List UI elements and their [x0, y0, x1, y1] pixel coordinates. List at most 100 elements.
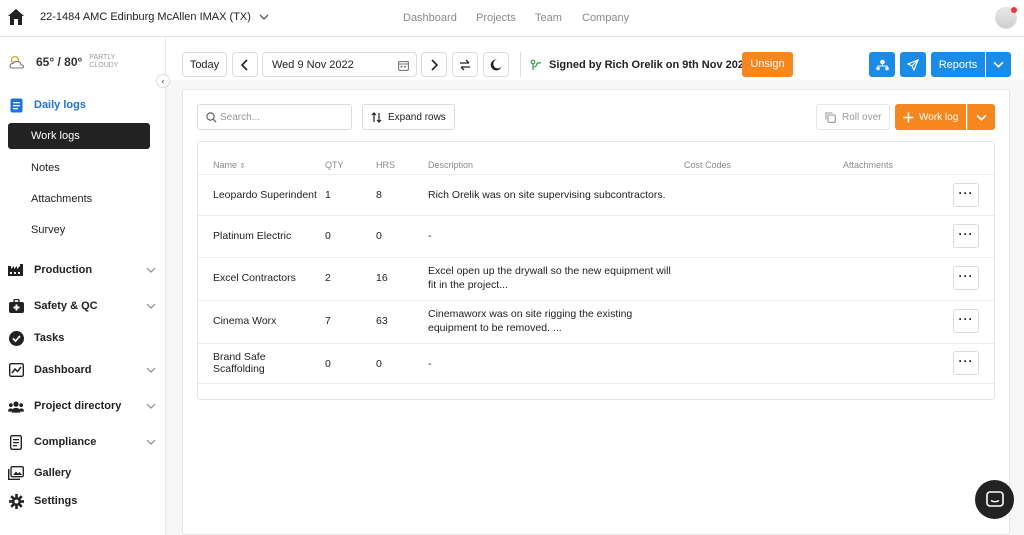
user-network-icon: [875, 59, 889, 70]
row-qty: 1: [325, 189, 331, 201]
roll-over-button[interactable]: Roll over: [816, 104, 890, 130]
dark-mode-button[interactable]: [483, 52, 509, 77]
sidebar-item-label: Project directory: [34, 400, 122, 412]
sidebar-subitem-work-logs[interactable]: Work logs: [8, 123, 150, 149]
gear-icon: [8, 493, 24, 509]
sidebar-item-compliance[interactable]: Compliance: [0, 430, 166, 454]
weather-condition: PARTLY CLOUDY: [89, 54, 119, 69]
sidebar-item-dashboard[interactable]: Dashboard: [0, 358, 166, 382]
row-qty: 0: [325, 358, 331, 370]
row-name-line2: Scaffolding: [213, 363, 265, 375]
column-header-hrs: HRS: [376, 160, 396, 170]
swap-icon: [460, 59, 470, 70]
row-hrs: 8: [376, 189, 382, 201]
row-description-line2: fit in the project...: [428, 279, 508, 291]
gallery-icon: [8, 465, 24, 481]
sidebar-item-label: Safety & QC: [34, 300, 98, 312]
work-log-dropdown-button[interactable]: [967, 104, 995, 130]
sidebar-subitem-attachments[interactable]: Attachments: [31, 193, 92, 205]
send-icon: [907, 58, 919, 71]
reports-button[interactable]: Reports: [931, 52, 985, 77]
row-more-button[interactable]: ···: [953, 309, 979, 333]
send-button[interactable]: [900, 52, 926, 77]
sidebar-item-daily-logs[interactable]: Daily logs: [0, 93, 166, 117]
sidebar-subitem-notes[interactable]: Notes: [31, 162, 60, 174]
chat-icon: [985, 490, 1004, 507]
reports-dropdown-button[interactable]: [986, 52, 1011, 77]
previous-day-button[interactable]: [232, 52, 258, 77]
row-name: Excel Contractors: [213, 272, 296, 284]
next-day-button[interactable]: [421, 52, 447, 77]
table-row[interactable]: [198, 215, 994, 257]
project-name: 22-1484 AMC Edinburg McAllen IMAX (TX): [40, 11, 251, 23]
sidebar-item-label: Gallery: [34, 467, 72, 479]
notification-dot: [1011, 7, 1017, 13]
sidebar-item-gallery[interactable]: Gallery: [0, 461, 166, 485]
row-qty: 7: [325, 315, 331, 327]
row-description-line2: equipment to be removed. ...: [428, 322, 562, 334]
sidebar-item-label: Daily logs: [34, 99, 86, 111]
column-header-attachments: Attachments: [843, 160, 894, 170]
chevron-down-icon: [146, 267, 156, 273]
swap-button[interactable]: [452, 52, 478, 77]
chat-button[interactable]: [975, 480, 1014, 519]
sidebar-item-production[interactable]: Production: [0, 258, 166, 282]
topnav-team[interactable]: Team: [535, 12, 562, 24]
document-icon: [8, 434, 24, 450]
chevron-down-icon: [259, 14, 269, 20]
sidebar: 65° / 80° PARTLY CLOUDY ‹ Daily logs Wor…: [0, 38, 170, 535]
collapse-sidebar-button[interactable]: ‹: [156, 74, 170, 88]
sidebar-item-tasks[interactable]: Tasks: [0, 326, 166, 350]
project-selector[interactable]: 22-1484 AMC Edinburg McAllen IMAX (TX): [40, 11, 269, 23]
table-row[interactable]: [198, 343, 994, 384]
chevron-down-icon: [146, 367, 156, 373]
add-work-log-button[interactable]: Work log: [895, 104, 966, 130]
row-hrs: 0: [376, 358, 382, 370]
sidebar-item-settings[interactable]: Settings: [0, 489, 166, 513]
search-input[interactable]: [220, 109, 345, 125]
chevron-down-icon: [146, 403, 156, 409]
calendar-icon: [398, 61, 409, 71]
chevron-down-icon: [993, 61, 1004, 68]
row-more-button[interactable]: ···: [953, 224, 979, 248]
assign-user-button[interactable]: [869, 52, 895, 77]
sidebar-item-label: Tasks: [34, 332, 65, 344]
partly-cloudy-icon: [9, 55, 25, 69]
column-header-name[interactable]: Name ⇕: [213, 160, 245, 170]
search-box[interactable]: [197, 104, 352, 130]
column-header-description: Description: [428, 160, 474, 170]
sidebar-item-project-directory[interactable]: Project directory: [0, 394, 166, 418]
column-header-label: Name: [213, 160, 238, 170]
unsign-button[interactable]: Unsign: [742, 52, 793, 77]
chevron-left-icon: [240, 58, 248, 71]
daily-log-icon: [8, 97, 24, 113]
row-name: Leopardo Superindent: [213, 189, 317, 201]
sidebar-item-label: Dashboard: [34, 364, 92, 376]
expand-rows-button[interactable]: Expand rows: [362, 104, 455, 130]
chevron-down-icon: [146, 303, 156, 309]
sidebar-item-label: Settings: [34, 495, 78, 507]
row-more-button[interactable]: ···: [953, 351, 979, 375]
today-button[interactable]: Today: [182, 52, 227, 77]
topnav-company[interactable]: Company: [582, 12, 629, 24]
topnav-projects[interactable]: Projects: [476, 12, 516, 24]
home-icon[interactable]: [7, 8, 25, 26]
row-qty: 2: [325, 272, 331, 284]
row-hrs: 63: [376, 315, 388, 327]
row-description: -: [428, 358, 432, 370]
row-more-button[interactable]: ···: [953, 183, 979, 207]
signature-icon: [530, 59, 541, 70]
signed-text: Signed by Rich Orelik on 9th Nov 2022: [549, 58, 751, 71]
check-circle-icon: [8, 330, 24, 346]
topnav-dashboard[interactable]: Dashboard: [403, 12, 457, 24]
sort-arrows-icon: [371, 111, 382, 123]
sidebar-subitem-survey[interactable]: Survey: [31, 224, 65, 236]
column-header-cost-codes: Cost Codes: [684, 160, 732, 170]
row-more-button[interactable]: ···: [953, 266, 979, 290]
date-picker[interactable]: Wed 9 Nov 2022: [262, 52, 417, 77]
sort-icon: ⇕: [239, 163, 246, 170]
row-description-line1: Cinemaworx was on site rigging the exist…: [428, 308, 633, 320]
date-value: Wed 9 Nov 2022: [272, 58, 354, 71]
moon-icon: [490, 58, 502, 70]
sidebar-item-safety-qc[interactable]: Safety & QC: [0, 294, 166, 318]
